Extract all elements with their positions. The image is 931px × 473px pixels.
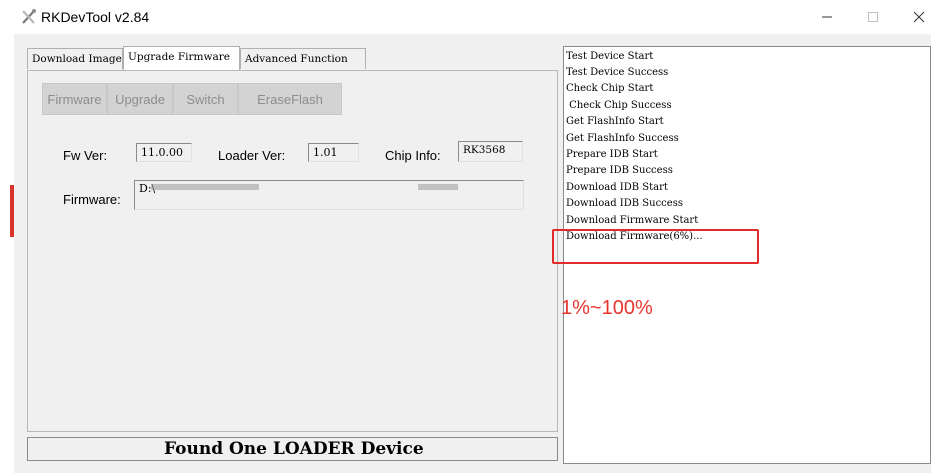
window-title: RKDevTool v2.84 <box>41 9 150 25</box>
status-bar: Found One LOADER Device <box>27 437 558 461</box>
progress-highlight-box <box>552 229 759 264</box>
log-line: Download IDB Start <box>566 182 668 193</box>
log-line: Test Device Success <box>566 67 669 78</box>
loader-ver-field: 1.01 <box>308 143 359 162</box>
tools-icon <box>22 9 36 24</box>
tab-upgrade-firmware[interactable]: Upgrade Firmware <box>123 46 240 70</box>
minimize-icon <box>822 16 832 18</box>
firmware-path-field: D:\ <box>134 180 524 210</box>
upgrade-firmware-panel: Firmware Upgrade Switch EraseFlash Fw Ve… <box>27 70 558 432</box>
firmware-label: Firmware: <box>63 192 121 207</box>
loader-ver-label: Loader Ver: <box>218 148 286 163</box>
maximize-icon <box>868 12 878 22</box>
close-icon <box>913 11 925 23</box>
switch-button[interactable]: Switch <box>173 83 238 115</box>
app-window: RKDevTool v2.84 Download Image Upgrade F… <box>14 0 931 473</box>
blurred-path-segment <box>151 184 259 190</box>
upgrade-button[interactable]: Upgrade <box>107 83 173 115</box>
fw-ver-field: 11.0.00 <box>136 143 192 162</box>
fw-ver-label: Fw Ver: <box>63 148 108 163</box>
minimize-button[interactable] <box>804 0 850 34</box>
tab-download-image[interactable]: Download Image <box>27 48 123 69</box>
log-line: Get FlashInfo Success <box>566 133 679 144</box>
close-button[interactable] <box>896 0 931 34</box>
log-line: Download IDB Success <box>566 198 683 209</box>
erase-flash-button[interactable]: EraseFlash <box>238 83 342 115</box>
firmware-button[interactable]: Firmware <box>42 83 107 115</box>
chip-info-label: Chip Info: <box>385 148 441 163</box>
chip-info-field: RK3568 <box>458 141 523 162</box>
log-line: Get FlashInfo Start <box>566 116 664 127</box>
log-line: Download Firmware Start <box>566 215 699 226</box>
progress-range-annotation: 1%~100% <box>561 297 653 319</box>
title-bar: RKDevTool v2.84 <box>14 0 931 34</box>
log-line: Prepare IDB Success <box>566 165 673 176</box>
log-line: Test Device Start <box>566 51 654 62</box>
blurred-path-segment <box>418 184 458 190</box>
log-line: Prepare IDB Start <box>566 149 658 160</box>
log-line: Check Chip Success <box>566 100 672 111</box>
maximize-button[interactable] <box>850 0 896 34</box>
log-line: Check Chip Start <box>566 83 654 94</box>
tab-advanced-function[interactable]: Advanced Function <box>240 48 366 69</box>
